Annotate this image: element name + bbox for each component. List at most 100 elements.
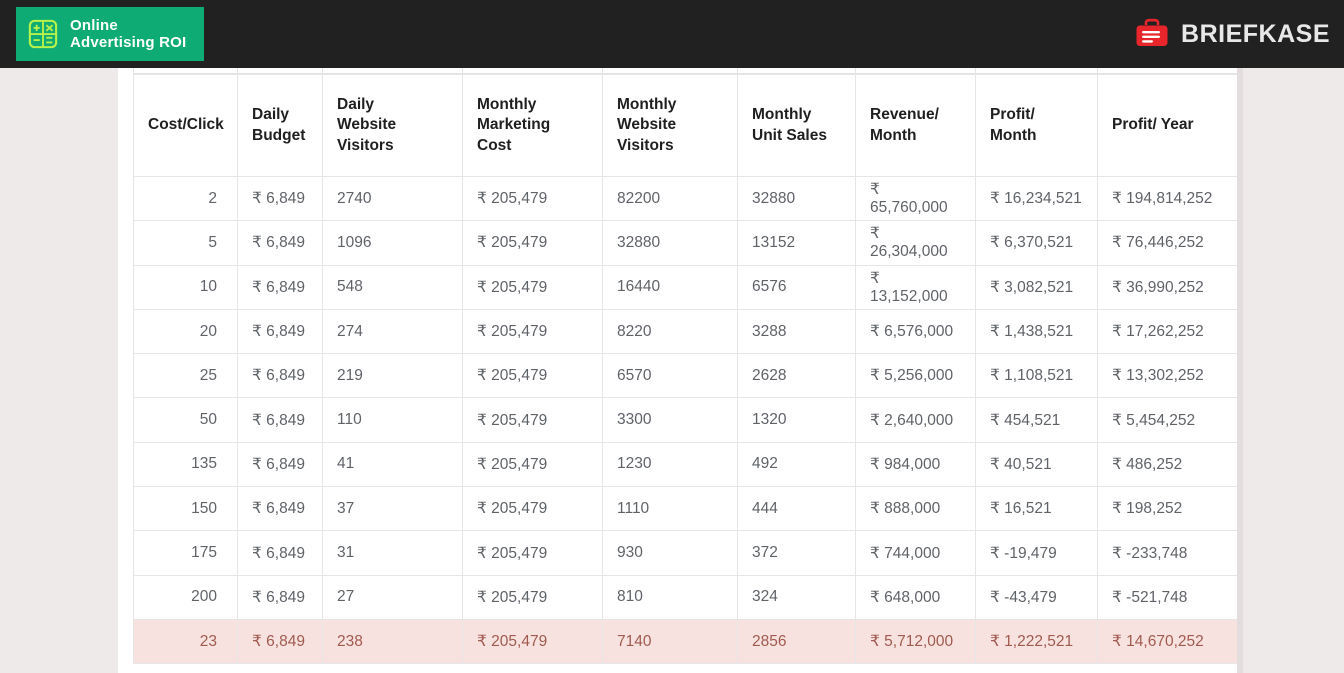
cell-revenue_month: ₹ 65,760,000 <box>855 175 976 222</box>
cell-cost_per_click: 50 <box>133 397 238 443</box>
cell-monthly_website_visitors: 32880 <box>602 220 738 266</box>
table-row[interactable]: 175 ₹ 6,849 31 ₹ 205,479 930 372 ₹ 744,000 ₹ -1… <box>133 530 1238 576</box>
cell-daily_website_visitors: 1096 <box>322 220 463 266</box>
cell-monthly_marketing_cost: ₹ 205,479 <box>462 175 603 222</box>
app-title: Online Advertising ROI <box>70 16 187 51</box>
top-bar: Online Advertising ROI BRIEFKASE <box>0 0 1344 68</box>
cell-monthly_marketing_cost: ₹ 205,479 <box>462 308 603 355</box>
cell-profit_month: ₹ 1,438,521 <box>975 308 1098 355</box>
cell-revenue_month: ₹ 648,000 <box>855 574 976 620</box>
cell-cost_per_click: 175 <box>133 530 238 576</box>
cell-cost_per_click: 25 <box>133 353 238 399</box>
cell-monthly_unit_sales: 2856 <box>737 618 856 665</box>
briefkase-logo: BRIEFKASE <box>1132 14 1330 54</box>
cell-monthly_marketing_cost: ₹ 205,479 <box>462 220 603 266</box>
cell-profit_year: ₹ -521,748 <box>1097 574 1238 620</box>
cell-profit_month: ₹ -43,479 <box>975 574 1098 620</box>
cell-monthly_marketing_cost: ₹ 205,479 <box>462 264 603 310</box>
cell-daily_budget: ₹ 6,849 <box>237 618 323 665</box>
table-row[interactable]: 20 ₹ 6,849 274 ₹ 205,479 8220 3288 ₹ 6,576,000… <box>133 308 1238 355</box>
cell-profit_month: ₹ -19,479 <box>975 530 1098 576</box>
cell-cost_per_click: 5 <box>133 220 238 266</box>
cell-profit_year: ₹ 486,252 <box>1097 441 1238 488</box>
cell-daily_budget: ₹ 6,849 <box>237 574 323 620</box>
cell-cost_per_click: 2 <box>133 175 238 222</box>
table-row[interactable]: 23 ₹ 6,849 238 ₹ 205,479 7140 2856 ₹ 5,712,000… <box>133 618 1238 665</box>
cell-profit_year: ₹ 198,252 <box>1097 486 1238 532</box>
cell-revenue_month: ₹ 2,640,000 <box>855 397 976 443</box>
cell-revenue_month: ₹ 6,576,000 <box>855 308 976 355</box>
cell-monthly_unit_sales: 444 <box>737 486 856 532</box>
cell-revenue_month: ₹ 888,000 <box>855 486 976 532</box>
cell-monthly_website_visitors: 3300 <box>602 397 738 443</box>
cell-monthly_website_visitors: 930 <box>602 530 738 576</box>
cell-profit_month: ₹ 3,082,521 <box>975 264 1098 310</box>
app-brand-badge: Online Advertising ROI <box>16 7 205 61</box>
table-row[interactable]: 150 ₹ 6,849 37 ₹ 205,479 1110 444 ₹ 888,000 ₹ 1… <box>133 486 1238 532</box>
cell-cost_per_click: 135 <box>133 441 238 488</box>
column-header: Cost/Click <box>133 74 238 177</box>
cell-cost_per_click: 20 <box>133 308 238 355</box>
cell-profit_year: ₹ 17,262,252 <box>1097 308 1238 355</box>
column-header: Monthly Website Visitors <box>602 74 738 177</box>
cell-daily_budget: ₹ 6,849 <box>237 175 323 222</box>
table-row[interactable]: 50 ₹ 6,849 110 ₹ 205,479 3300 1320 ₹ 2,640,000… <box>133 397 1238 443</box>
cell-daily_budget: ₹ 6,849 <box>237 308 323 355</box>
cell-cost_per_click: 200 <box>133 574 238 620</box>
table-body: 2 ₹ 6,849 2740 ₹ 205,479 82200 32880 ₹ 65,760,… <box>133 175 1238 665</box>
cell-monthly_website_visitors: 7140 <box>602 618 738 665</box>
cell-profit_year: ₹ 194,814,252 <box>1097 175 1238 222</box>
column-header: Profit/ Month <box>975 74 1098 177</box>
cell-daily_website_visitors: 37 <box>322 486 463 532</box>
table-row[interactable]: 135 ₹ 6,849 41 ₹ 205,479 1230 492 ₹ 984,000 ₹ 4… <box>133 441 1238 488</box>
cell-daily_website_visitors: 41 <box>322 441 463 488</box>
cell-profit_year: ₹ 14,670,252 <box>1097 618 1238 665</box>
calculator-icon <box>28 19 58 49</box>
column-header: Monthly Marketing Cost <box>462 74 603 177</box>
cell-revenue_month: ₹ 5,256,000 <box>855 353 976 399</box>
cell-daily_website_visitors: 274 <box>322 308 463 355</box>
cell-profit_month: ₹ 40,521 <box>975 441 1098 488</box>
cell-daily_website_visitors: 238 <box>322 618 463 665</box>
cell-daily_website_visitors: 2740 <box>322 175 463 222</box>
cell-daily_budget: ₹ 6,849 <box>237 530 323 576</box>
cell-monthly_unit_sales: 6576 <box>737 264 856 310</box>
cell-daily_website_visitors: 27 <box>322 574 463 620</box>
cell-monthly_unit_sales: 3288 <box>737 308 856 355</box>
roi-table-container[interactable]: Cost/Click Daily Budget Daily Website Visi… <box>133 74 1238 665</box>
cell-profit_year: ₹ 36,990,252 <box>1097 264 1238 310</box>
cell-daily_website_visitors: 219 <box>322 353 463 399</box>
cell-daily_budget: ₹ 6,849 <box>237 486 323 532</box>
cell-monthly_website_visitors: 6570 <box>602 353 738 399</box>
cell-revenue_month: ₹ 984,000 <box>855 441 976 488</box>
cell-monthly_website_visitors: 8220 <box>602 308 738 355</box>
column-header: Daily Budget <box>237 74 323 177</box>
cell-revenue_month: ₹ 13,152,000 <box>855 264 976 310</box>
vertical-scrollbar[interactable] <box>1237 68 1243 673</box>
column-header: Revenue/ Month <box>855 74 976 177</box>
briefkase-wordmark: BRIEFKASE <box>1181 19 1330 48</box>
table-header-row: Cost/Click Daily Budget Daily Website Visi… <box>133 74 1238 177</box>
table-row[interactable]: 200 ₹ 6,849 27 ₹ 205,479 810 324 ₹ 648,000 ₹ -4… <box>133 574 1238 620</box>
column-header: Daily Website Visitors <box>322 74 463 177</box>
table-row[interactable]: 25 ₹ 6,849 219 ₹ 205,479 6570 2628 ₹ 5,256,000… <box>133 353 1238 399</box>
cell-daily_budget: ₹ 6,849 <box>237 441 323 488</box>
cell-monthly_marketing_cost: ₹ 205,479 <box>462 441 603 488</box>
cell-monthly_marketing_cost: ₹ 205,479 <box>462 397 603 443</box>
cell-daily_website_visitors: 31 <box>322 530 463 576</box>
table-row[interactable]: 10 ₹ 6,849 548 ₹ 205,479 16440 6576 ₹ 13,152,0… <box>133 264 1238 310</box>
table-row[interactable]: 5 ₹ 6,849 1096 ₹ 205,479 32880 13152 ₹ 26,304,… <box>133 220 1238 266</box>
cell-profit_month: ₹ 1,222,521 <box>975 618 1098 665</box>
cell-profit_month: ₹ 454,521 <box>975 397 1098 443</box>
document-canvas: Cost/Click Daily Budget Daily Website Visi… <box>118 68 1243 673</box>
cell-monthly_marketing_cost: ₹ 205,479 <box>462 486 603 532</box>
cell-profit_month: ₹ 1,108,521 <box>975 353 1098 399</box>
cell-daily_budget: ₹ 6,849 <box>237 220 323 266</box>
cell-profit_year: ₹ 5,454,252 <box>1097 397 1238 443</box>
cell-cost_per_click: 23 <box>133 618 238 665</box>
cell-monthly_website_visitors: 1110 <box>602 486 738 532</box>
table-row[interactable]: 2 ₹ 6,849 2740 ₹ 205,479 82200 32880 ₹ 65,760,… <box>133 175 1238 222</box>
cell-monthly_website_visitors: 1230 <box>602 441 738 488</box>
cell-monthly_unit_sales: 1320 <box>737 397 856 443</box>
cell-monthly_marketing_cost: ₹ 205,479 <box>462 574 603 620</box>
